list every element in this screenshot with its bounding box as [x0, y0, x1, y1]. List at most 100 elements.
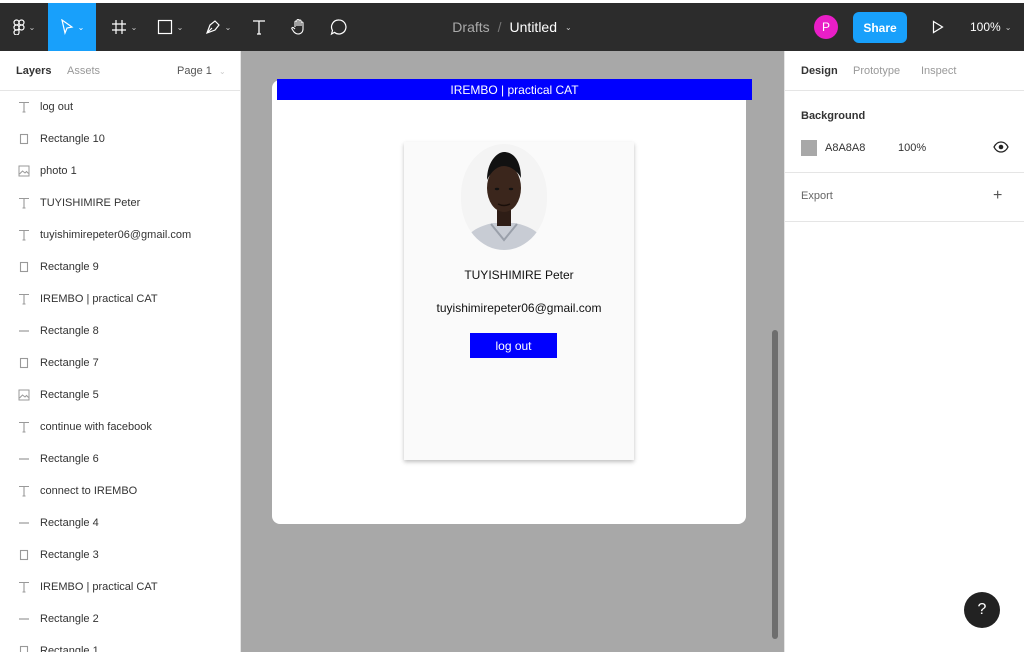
rectangle-icon — [18, 357, 30, 369]
layer-name: Rectangle 3 — [40, 549, 99, 561]
canvas[interactable]: IREMBO | practical CAT TUYISHIMIRE Peter… — [241, 51, 784, 652]
page-selector-label: Page 1 — [177, 65, 212, 77]
layer-name: Rectangle 6 — [40, 453, 99, 465]
rectangle-icon — [18, 645, 30, 652]
comment-icon — [330, 19, 347, 36]
play-icon — [932, 20, 944, 34]
chevron-down-icon: ⌄ — [28, 22, 36, 32]
chevron-down-icon: ⌄ — [224, 22, 232, 32]
layer-row[interactable]: tuyishimirepeter06@gmail.com — [0, 219, 240, 251]
layer-row[interactable]: Rectangle 1 — [0, 635, 240, 652]
layer-row[interactable]: Rectangle 10 — [0, 123, 240, 155]
profile-name[interactable]: TUYISHIMIRE Peter — [404, 268, 634, 282]
profile-photo[interactable] — [461, 144, 547, 250]
text-icon — [18, 101, 30, 113]
layer-row[interactable]: Rectangle 3 — [0, 539, 240, 571]
layer-name: Rectangle 5 — [40, 389, 99, 401]
layer-row[interactable]: Rectangle 9 — [0, 251, 240, 283]
zoom-dropdown[interactable]: 100% ⌄ — [970, 3, 1011, 51]
background-hex-value[interactable]: A8A8A8 — [825, 142, 865, 154]
text-tool-button[interactable] — [244, 3, 274, 51]
layer-row[interactable]: connect to IREMBO — [0, 475, 240, 507]
layer-row[interactable]: Rectangle 5 — [0, 379, 240, 411]
layer-row[interactable]: IREMBO | practical CAT — [0, 283, 240, 315]
share-button[interactable]: Share — [853, 12, 907, 43]
layer-row[interactable]: photo 1 — [0, 155, 240, 187]
chevron-down-icon[interactable]: ⌄ — [565, 23, 572, 32]
breadcrumb-separator: / — [497, 19, 502, 35]
hand-tool-button[interactable] — [284, 3, 314, 51]
line-icon — [18, 517, 30, 529]
text-tool-icon — [253, 20, 265, 35]
layer-row[interactable]: continue with facebook — [0, 411, 240, 443]
layer-row[interactable]: Rectangle 8 — [0, 315, 240, 347]
layer-row[interactable]: TUYISHIMIRE Peter — [0, 187, 240, 219]
layer-name: IREMBO | practical CAT — [40, 293, 158, 305]
profile-email[interactable]: tuyishimirepeter06@gmail.com — [404, 301, 634, 315]
tab-design[interactable]: Design — [801, 65, 838, 77]
chevron-down-icon: ⌄ — [1004, 22, 1012, 32]
text-icon — [18, 581, 30, 593]
avatar[interactable]: P — [814, 15, 838, 39]
background-section-title: Background — [801, 110, 866, 122]
layer-row[interactable]: Rectangle 6 — [0, 443, 240, 475]
frame-tool-button[interactable]: ⌄ — [104, 3, 144, 51]
tab-prototype[interactable]: Prototype — [853, 65, 900, 77]
text-icon — [18, 485, 30, 497]
tab-layers[interactable]: Layers — [16, 65, 51, 77]
logout-button[interactable]: log out — [470, 333, 557, 358]
frame-icon — [111, 20, 126, 34]
layer-name: Rectangle 4 — [40, 517, 99, 529]
drafts-link[interactable]: Drafts — [452, 19, 489, 35]
layer-name: IREMBO | practical CAT — [40, 581, 158, 593]
layer-name: log out — [40, 101, 74, 113]
present-button[interactable] — [926, 3, 950, 51]
layer-row[interactable]: Rectangle 7 — [0, 347, 240, 379]
person-photo-icon — [461, 152, 547, 250]
layer-name: connect to IREMBO — [40, 485, 138, 497]
cursor-icon — [60, 19, 74, 35]
page-selector[interactable]: Page 1 ⌄ — [177, 65, 226, 77]
shape-tool-button[interactable]: ⌄ — [150, 3, 190, 51]
layer-name: Rectangle 1 — [40, 645, 99, 652]
section-divider — [785, 221, 1024, 222]
comment-tool-button[interactable] — [324, 3, 354, 51]
text-icon — [18, 421, 30, 433]
background-opacity-value[interactable]: 100% — [898, 142, 926, 154]
layer-name: tuyishimirepeter06@gmail.com — [40, 229, 192, 241]
layer-name: Rectangle 7 — [40, 357, 99, 369]
chevron-down-icon: ⌄ — [176, 22, 184, 32]
section-divider — [785, 172, 1024, 173]
pen-tool-button[interactable]: ⌄ — [196, 3, 240, 51]
profile-card[interactable]: TUYISHIMIRE Peter tuyishimirepeter06@gma… — [404, 142, 634, 460]
line-icon — [18, 613, 30, 625]
layer-row[interactable]: IREMBO | practical CAT — [0, 571, 240, 603]
rectangle-icon — [18, 549, 30, 561]
layer-name: TUYISHIMIRE Peter — [40, 197, 141, 209]
chevron-down-icon: ⌄ — [77, 22, 85, 32]
layers-panel-tabs: Layers Assets Page 1 ⌄ — [0, 51, 240, 91]
text-icon — [18, 293, 30, 305]
canvas-scrollbar[interactable] — [772, 330, 778, 639]
background-color-swatch[interactable] — [801, 140, 817, 156]
layers-panel: Layers Assets Page 1 ⌄ log out Rectangle … — [0, 51, 241, 652]
banner[interactable]: IREMBO | practical CAT — [277, 79, 752, 100]
image-icon — [18, 389, 30, 401]
zoom-level: 100% — [970, 20, 1001, 34]
add-export-icon[interactable]: + — [993, 187, 1002, 205]
layer-name: Rectangle 2 — [40, 613, 99, 625]
move-tool-button[interactable]: ⌄ — [48, 3, 96, 51]
layer-row[interactable]: log out — [0, 91, 240, 123]
line-icon — [18, 325, 30, 337]
help-button[interactable]: ? — [964, 592, 1000, 628]
layer-name: Rectangle 10 — [40, 133, 105, 145]
layer-row[interactable]: Rectangle 2 — [0, 603, 240, 635]
tab-inspect[interactable]: Inspect — [921, 65, 956, 77]
rectangle-icon — [18, 133, 30, 145]
eye-icon[interactable] — [993, 140, 1009, 154]
tab-assets[interactable]: Assets — [67, 65, 100, 77]
main-menu-button[interactable]: ⌄ — [0, 3, 48, 51]
layer-row[interactable]: Rectangle 4 — [0, 507, 240, 539]
line-icon — [18, 453, 30, 465]
file-name[interactable]: Untitled — [510, 19, 557, 35]
